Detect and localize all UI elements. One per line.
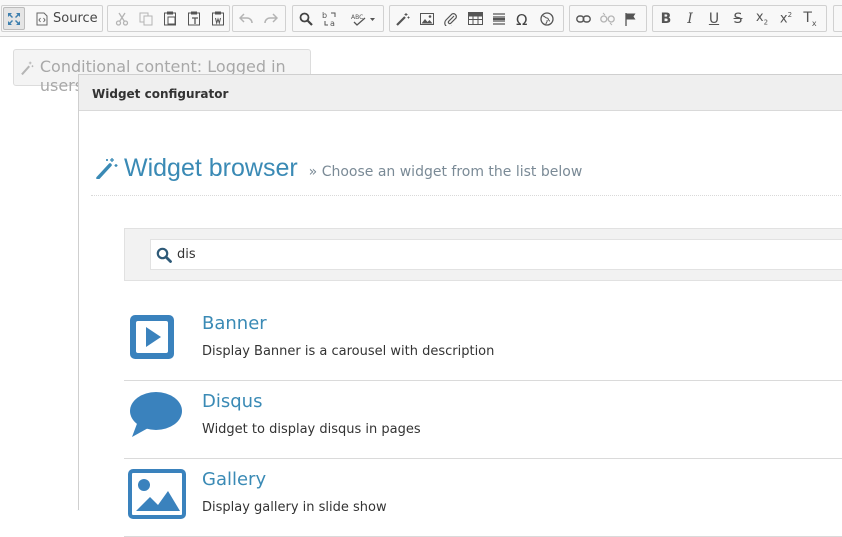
widget-search-input[interactable]	[177, 247, 777, 262]
redo-icon	[264, 12, 278, 23]
widget-list: Banner Display Banner is a carousel with…	[124, 303, 842, 537]
image-button[interactable]	[416, 7, 438, 30]
globe-icon	[540, 11, 554, 26]
toolbar-group-basicstyles: B I U S x2 x2 Tx	[652, 5, 827, 32]
picture-icon	[128, 469, 186, 519]
toolbar-group-clipboard	[107, 5, 230, 32]
svg-text:Ω: Ω	[516, 12, 527, 26]
source-button[interactable]: Source	[36, 7, 98, 30]
paste-word-button[interactable]	[207, 7, 229, 30]
underline-button[interactable]: U	[703, 7, 725, 30]
replace-button[interactable]: b a	[319, 7, 341, 30]
spellcheck-icon: ABC	[351, 14, 375, 26]
widget-browser-heading: Widget browser » Choose an widget from t…	[96, 154, 582, 183]
table-button[interactable]	[464, 7, 486, 30]
undo-button[interactable]	[235, 7, 257, 30]
svg-text:a: a	[330, 19, 335, 27]
comment-icon	[128, 391, 184, 441]
magic-wand-icon	[96, 158, 118, 179]
paperclip-icon	[444, 12, 457, 26]
dialog-title: Widget configurator	[92, 87, 229, 101]
widget-name[interactable]: Gallery	[202, 469, 266, 490]
flag-icon	[625, 12, 636, 26]
subscript-icon: x2	[755, 10, 769, 27]
dialog-header: Widget configurator	[79, 75, 842, 111]
superscript-icon: x2	[779, 10, 793, 27]
underline-icon: U	[708, 10, 720, 27]
toolbar-group-editing: b a ABC	[292, 5, 384, 32]
widget-item-banner[interactable]: Banner Display Banner is a carousel with…	[124, 303, 842, 381]
remove-format-button[interactable]: Tx	[799, 7, 821, 30]
magic-wand-icon	[21, 61, 34, 76]
spellcheck-button[interactable]: ABC	[349, 7, 379, 30]
widget-browser-subtitle: » Choose an widget from the list below	[308, 164, 583, 180]
widget-button[interactable]	[392, 7, 414, 30]
search-icon	[299, 12, 313, 26]
source-icon	[36, 12, 48, 25]
special-char-button[interactable]: Ω	[512, 7, 534, 30]
strikethrough-icon: S	[733, 10, 743, 27]
copy-icon	[139, 12, 153, 25]
bold-icon: B	[660, 10, 672, 27]
toolbar-group-more	[833, 5, 842, 32]
iframe-button[interactable]	[536, 7, 558, 30]
horizontal-rule-button[interactable]	[488, 7, 510, 30]
bold-button[interactable]: B	[655, 7, 677, 30]
maximize-button[interactable]	[3, 7, 25, 30]
italic-icon: I	[687, 10, 693, 27]
cut-icon	[115, 12, 129, 26]
play-square-icon	[128, 313, 184, 363]
magic-wand-icon	[396, 12, 410, 26]
paste-word-icon	[212, 11, 224, 26]
copy-button[interactable]	[135, 7, 157, 30]
horizontal-rule-icon	[493, 12, 505, 25]
toolbar-group-history	[232, 5, 286, 32]
omega-icon: Ω	[516, 12, 527, 26]
link-icon	[575, 14, 591, 23]
toolbar-group-links	[569, 5, 647, 32]
unlink-button[interactable]	[596, 7, 618, 30]
svg-text:b: b	[322, 11, 327, 20]
cut-button[interactable]	[111, 7, 133, 30]
replace-icon: b a	[322, 11, 336, 27]
widget-item-disqus[interactable]: Disqus Widget to display disqus in pages	[124, 381, 842, 459]
paste-text-icon	[188, 11, 200, 26]
italic-button[interactable]: I	[679, 7, 701, 30]
subscript-button[interactable]: x2	[751, 7, 773, 30]
widget-name[interactable]: Banner	[202, 313, 267, 334]
superscript-button[interactable]: x2	[775, 7, 797, 30]
table-icon	[467, 12, 483, 25]
image-icon	[420, 12, 434, 25]
editor-toolbar: Source b a ABC Ω B I U S x2 x2 Tx	[0, 0, 842, 37]
remove-format-icon: Tx	[803, 9, 817, 28]
strike-button[interactable]: S	[727, 7, 749, 30]
widget-description: Display Banner is a carousel with descri…	[202, 344, 495, 359]
widget-search-panel	[124, 228, 842, 281]
widget-item-gallery[interactable]: Gallery Display gallery in slide show	[124, 459, 842, 537]
widget-browser-title: Widget browser	[124, 154, 298, 182]
toolbar-group-insert: Ω	[389, 5, 564, 32]
widget-configurator-dialog: Widget configurator Widget browser » Cho…	[78, 74, 842, 537]
svg-text:ABC: ABC	[351, 14, 363, 21]
paste-text-button[interactable]	[183, 7, 205, 30]
widget-search-box[interactable]	[150, 239, 842, 270]
find-button[interactable]	[295, 7, 317, 30]
widget-description: Display gallery in slide show	[202, 500, 387, 515]
attachment-button[interactable]	[440, 7, 462, 30]
link-button[interactable]	[572, 7, 594, 30]
widget-description: Widget to display disqus in pages	[202, 422, 421, 437]
unlink-icon	[599, 12, 615, 25]
undo-icon	[239, 12, 253, 23]
redo-button[interactable]	[260, 7, 282, 30]
widget-name[interactable]: Disqus	[202, 391, 262, 412]
heading-divider	[91, 195, 842, 196]
toolbar-group-document: Source	[1, 5, 103, 32]
search-icon	[156, 247, 172, 263]
anchor-button[interactable]	[620, 7, 642, 30]
maximize-icon	[8, 12, 20, 25]
paste-icon	[164, 11, 176, 26]
source-label: Source	[53, 11, 98, 26]
paste-button[interactable]	[159, 7, 181, 30]
